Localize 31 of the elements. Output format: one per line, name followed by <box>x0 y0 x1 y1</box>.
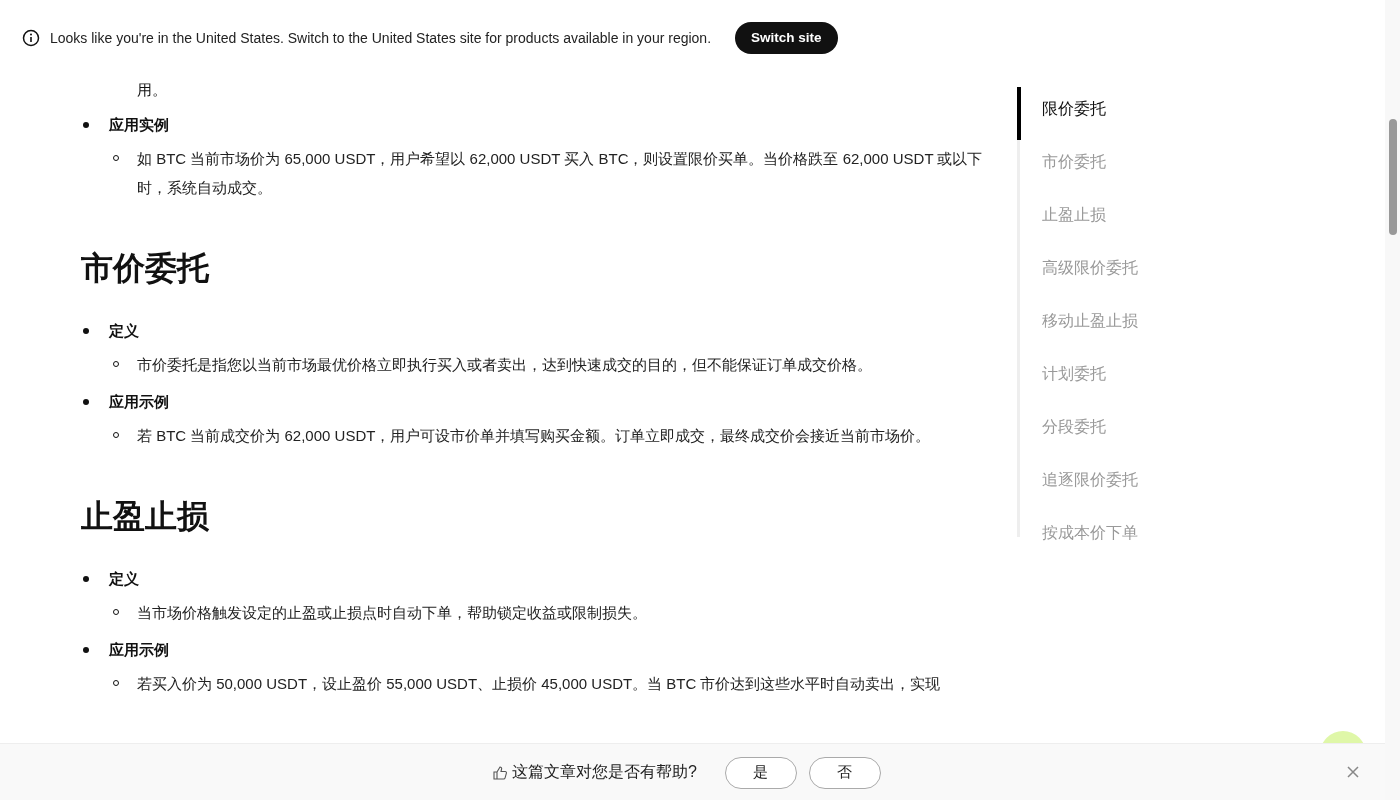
toc-link[interactable]: 分段委托 <box>1017 405 1144 458</box>
toc-link[interactable]: 市价委托 <box>1017 140 1144 193</box>
toc-link[interactable]: 计划委托 <box>1017 352 1144 405</box>
toc-link[interactable]: 追逐限价委托 <box>1017 458 1144 511</box>
toc-link[interactable]: 高级限价委托 <box>1017 246 1144 299</box>
feedback-button[interactable]: 是 <box>724 756 797 789</box>
toc-link[interactable]: 止盈止损 <box>1017 193 1144 246</box>
bullet-label: 应用示例 <box>81 391 169 413</box>
paragraph-text: 若买入价为 50,000 USDT，设止盈价 55,000 USDT、止损价 45,000 USDT。当 BTC 市价达到这些水平时自动卖出，实现 <box>109 669 986 698</box>
paragraph-text: 用。 <box>137 80 168 100</box>
bullet-label: 应用示例 <box>81 639 169 661</box>
switch-site-button[interactable]: Switch site <box>735 21 838 54</box>
paragraph-text: 市价委托是指您以当前市场最优价格立即执行买入或者卖出，达到快速成交的目的，但不能保证订单成交价格。 <box>109 350 986 379</box>
toc-link[interactable]: 移动止盈止损 <box>1017 299 1144 352</box>
close-icon[interactable] <box>1346 765 1360 779</box>
paragraph-text: 若 BTC 当前成交价为 62,000 USDT，用户可设市价单并填写购买金额。订单立即成交，最终成交价会接近当前市场价。 <box>109 421 986 450</box>
bullet-label: 应用实例 <box>81 114 169 136</box>
scrollbar-thumb[interactable] <box>1389 119 1397 235</box>
feedback-question: 这篇文章对您是否有帮助? <box>512 762 697 782</box>
bullet-label: 定义 <box>81 320 139 342</box>
toc-link[interactable]: 限价委托 <box>1017 87 1144 140</box>
feedback-button[interactable]: 否 <box>808 756 881 789</box>
paragraph-text: 当市场价格触发设定的止盈或止损点时自动下单，帮助锁定收益或限制损失。 <box>109 598 986 627</box>
toc-link[interactable]: 按成本价下单 <box>1017 511 1144 564</box>
thumbs-up-icon <box>492 764 509 781</box>
section-heading: 市价委托 <box>81 249 211 288</box>
info-icon <box>22 28 40 47</box>
bullet-label: 定义 <box>81 568 139 590</box>
paragraph-text: 如 BTC 当前市场价为 65,000 USDT，用户希望以 62,000 USDT 买入 BTC，则设置限价买单。当价格跌至 62,000 USDT 或以下时，系统自动成交。 <box>109 144 986 202</box>
section-heading: 止盈止损 <box>81 497 210 536</box>
region-message: Looks like you're in the United States. Switch to the United States site for products available in your region. <box>50 29 712 46</box>
